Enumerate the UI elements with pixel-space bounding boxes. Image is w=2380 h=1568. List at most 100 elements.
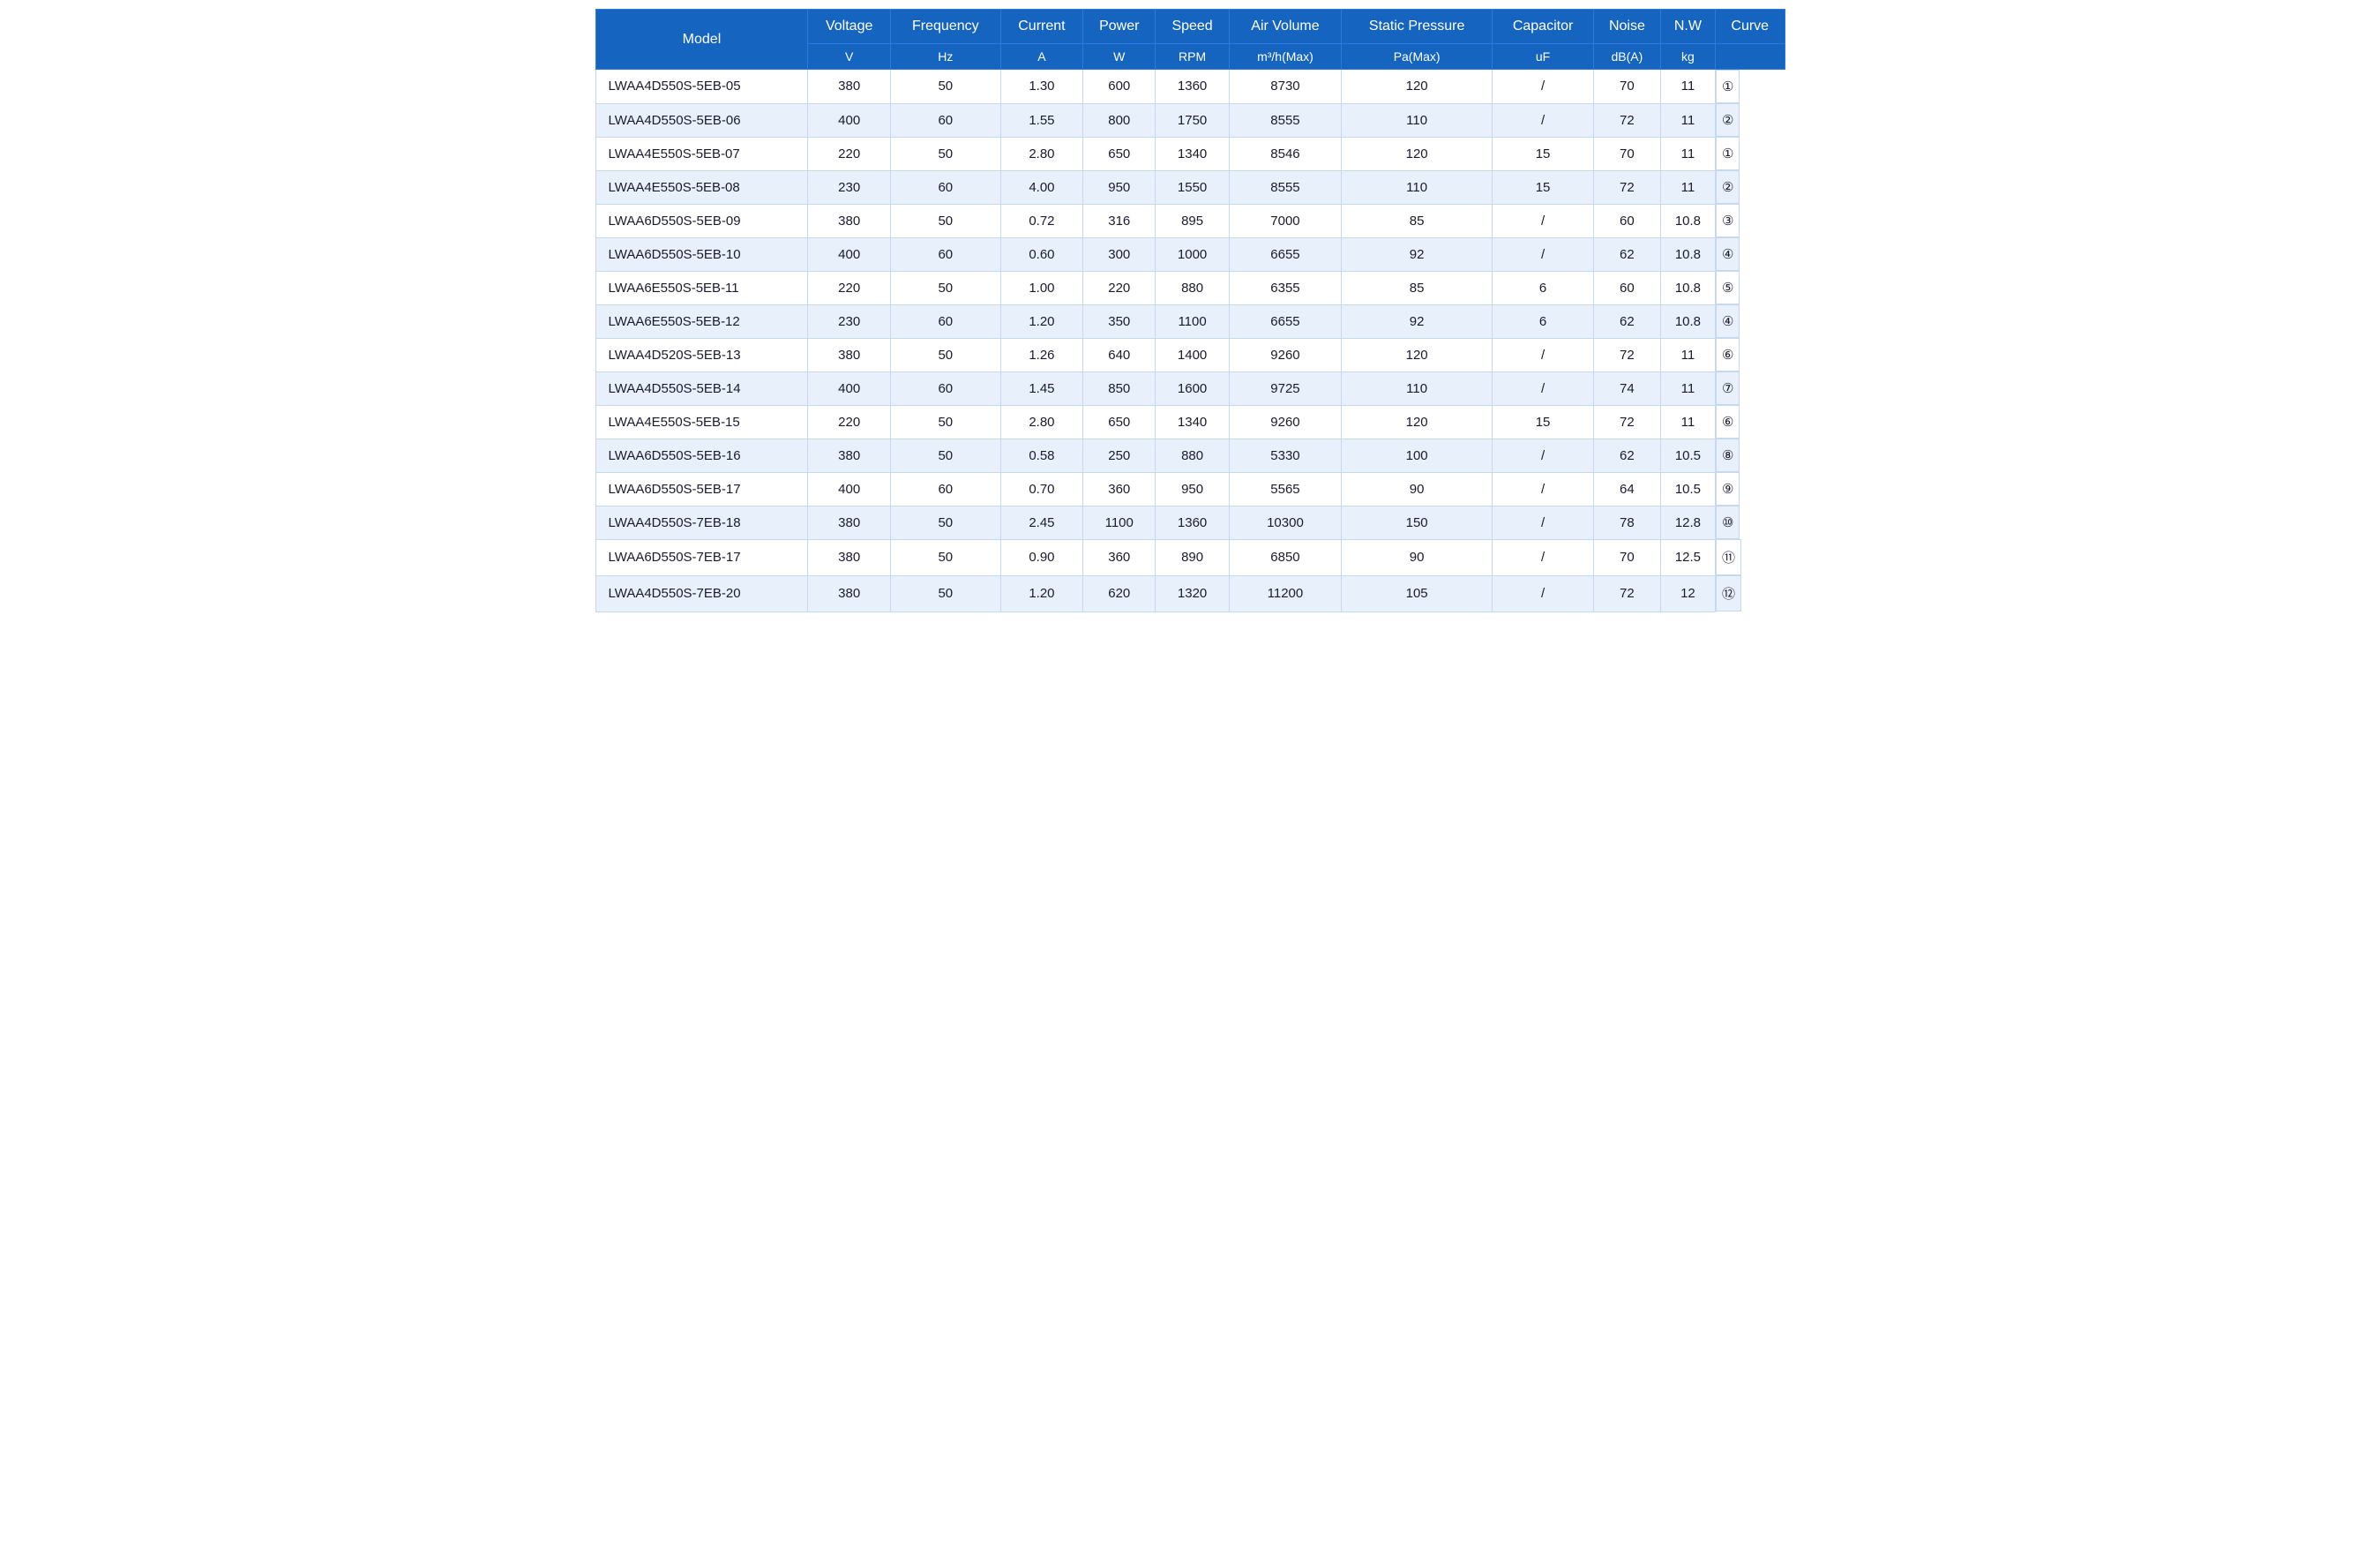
cell-3: 4.00 <box>1000 170 1082 204</box>
cell-9: 78 <box>1593 506 1660 539</box>
table-row: LWAA4D550S-7EB-18380502.4511001360103001… <box>595 506 1785 539</box>
cell-6: 9260 <box>1229 405 1341 439</box>
table-row: LWAA4E550S-5EB-15220502.8065013409260120… <box>595 405 1785 439</box>
curve-value: ④ <box>1722 313 1733 329</box>
cell-2: 50 <box>890 575 1000 611</box>
header-label-power: Power <box>1083 10 1156 44</box>
cell-4: 350 <box>1083 304 1156 338</box>
cell-5: 1400 <box>1156 338 1229 371</box>
cell-11: ⑦ <box>1716 371 1740 405</box>
table-row: LWAA6D550S-5EB-16380500.582508805330100/… <box>595 439 1785 472</box>
curve-value: ⑩ <box>1722 514 1733 530</box>
cell-11: ③ <box>1716 204 1740 237</box>
cell-6: 5565 <box>1229 472 1341 506</box>
cell-6: 5330 <box>1229 439 1341 472</box>
cell-4: 360 <box>1083 472 1156 506</box>
cell-3: 0.70 <box>1000 472 1082 506</box>
cell-4: 640 <box>1083 338 1156 371</box>
cell-0: LWAA6D550S-5EB-16 <box>595 439 808 472</box>
header-unit-capacitor: uF <box>1493 44 1594 70</box>
header-label-curve: Curve <box>1715 10 1785 44</box>
header-label-n.w: N.W <box>1660 10 1715 44</box>
cell-6: 11200 <box>1229 575 1341 611</box>
header-unit-air-volume: m³/h(Max) <box>1229 44 1341 70</box>
cell-3: 0.72 <box>1000 204 1082 237</box>
cell-1: 230 <box>808 304 891 338</box>
cell-7: 110 <box>1342 103 1493 137</box>
curve-value: ⑪ <box>1722 548 1735 566</box>
cell-10: 11 <box>1660 338 1715 371</box>
cell-9: 70 <box>1593 70 1660 104</box>
curve-value: ⑧ <box>1722 447 1733 463</box>
cell-9: 60 <box>1593 204 1660 237</box>
cell-3: 0.58 <box>1000 439 1082 472</box>
cell-3: 1.55 <box>1000 103 1082 137</box>
cell-2: 60 <box>890 304 1000 338</box>
cell-9: 72 <box>1593 405 1660 439</box>
cell-2: 50 <box>890 506 1000 539</box>
cell-9: 70 <box>1593 137 1660 170</box>
cell-5: 1360 <box>1156 506 1229 539</box>
cell-7: 120 <box>1342 405 1493 439</box>
cell-4: 220 <box>1083 271 1156 304</box>
cell-3: 0.90 <box>1000 539 1082 575</box>
cell-0: LWAA4D550S-7EB-18 <box>595 506 808 539</box>
cell-1: 400 <box>808 371 891 405</box>
header-unit-static-pressure: Pa(Max) <box>1342 44 1493 70</box>
cell-3: 2.80 <box>1000 405 1082 439</box>
table-row: LWAA6D550S-5EB-10400600.603001000665592/… <box>595 237 1785 271</box>
cell-9: 60 <box>1593 271 1660 304</box>
cell-2: 50 <box>890 70 1000 104</box>
cell-11: ④ <box>1716 237 1740 271</box>
cell-7: 85 <box>1342 204 1493 237</box>
cell-4: 1100 <box>1083 506 1156 539</box>
cell-11: ① <box>1716 137 1740 170</box>
cell-7: 150 <box>1342 506 1493 539</box>
cell-7: 110 <box>1342 170 1493 204</box>
cell-5: 1600 <box>1156 371 1229 405</box>
cell-10: 12 <box>1660 575 1715 611</box>
cell-8: / <box>1493 103 1594 137</box>
header-unit-frequency: Hz <box>890 44 1000 70</box>
cell-9: 70 <box>1593 539 1660 575</box>
cell-4: 250 <box>1083 439 1156 472</box>
cell-2: 60 <box>890 170 1000 204</box>
curve-value: ② <box>1722 112 1733 128</box>
cell-10: 10.8 <box>1660 271 1715 304</box>
cell-8: 15 <box>1493 137 1594 170</box>
header-unit-noise: dB(A) <box>1593 44 1660 70</box>
table-wrapper: ModelVoltageFrequencyCurrentPowerSpeedAi… <box>595 9 1785 612</box>
cell-3: 2.45 <box>1000 506 1082 539</box>
cell-10: 10.8 <box>1660 237 1715 271</box>
table-row: LWAA4D550S-5EB-14400601.4585016009725110… <box>595 371 1785 405</box>
cell-8: 6 <box>1493 304 1594 338</box>
cell-7: 90 <box>1342 472 1493 506</box>
curve-value: ④ <box>1722 246 1733 262</box>
cell-10: 11 <box>1660 371 1715 405</box>
cell-5: 880 <box>1156 271 1229 304</box>
cell-10: 10.8 <box>1660 204 1715 237</box>
curve-value: ⑥ <box>1722 347 1733 363</box>
cell-6: 8730 <box>1229 70 1341 104</box>
cell-7: 90 <box>1342 539 1493 575</box>
cell-2: 50 <box>890 137 1000 170</box>
curve-value: ⑤ <box>1722 280 1733 296</box>
cell-2: 50 <box>890 204 1000 237</box>
cell-11: ⑥ <box>1716 405 1740 439</box>
table-row: LWAA4D550S-7EB-20380501.2062013201120010… <box>595 575 1785 611</box>
cell-3: 1.20 <box>1000 304 1082 338</box>
cell-3: 2.80 <box>1000 137 1082 170</box>
cell-10: 11 <box>1660 405 1715 439</box>
cell-2: 50 <box>890 271 1000 304</box>
cell-9: 74 <box>1593 371 1660 405</box>
cell-8: / <box>1493 539 1594 575</box>
cell-1: 380 <box>808 338 891 371</box>
cell-10: 10.5 <box>1660 472 1715 506</box>
cell-7: 100 <box>1342 439 1493 472</box>
cell-1: 400 <box>808 103 891 137</box>
cell-3: 1.26 <box>1000 338 1082 371</box>
table-row: LWAA6E550S-5EB-11220501.0022088063558566… <box>595 271 1785 304</box>
cell-4: 650 <box>1083 405 1156 439</box>
cell-6: 6655 <box>1229 237 1341 271</box>
cell-11: ⑪ <box>1716 539 1741 575</box>
